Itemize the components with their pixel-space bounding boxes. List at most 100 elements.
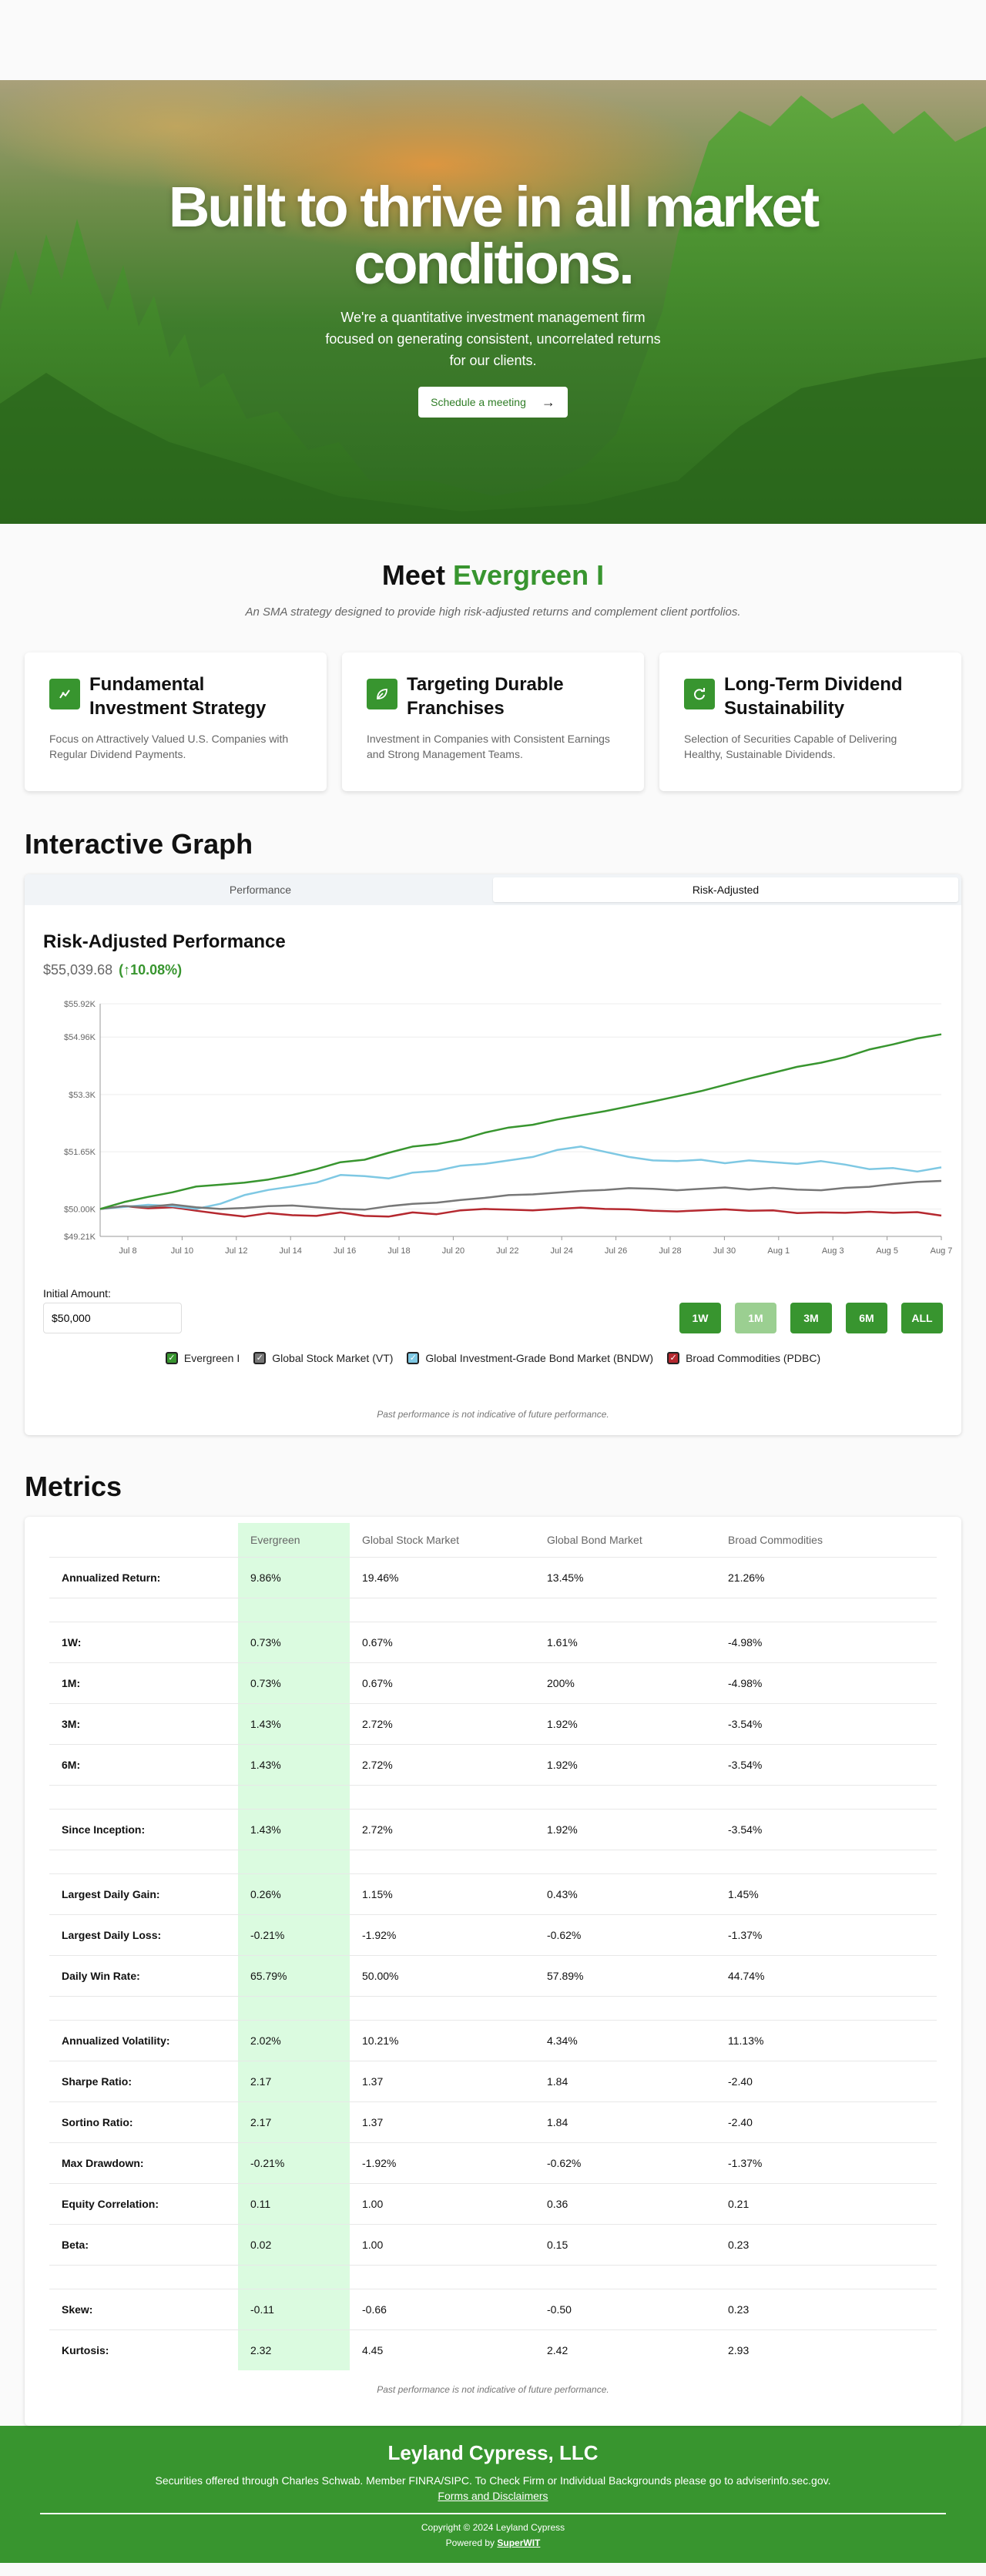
metrics-card: Evergreen Global Stock Market Global Bon…: [25, 1517, 961, 2426]
footer: Leyland Cypress, LLC Securities offered …: [0, 2426, 986, 2563]
forms-disclaimers-link[interactable]: Forms and Disclaimers: [0, 2490, 986, 2502]
metric-value: 10.21%: [350, 2019, 535, 2061]
y-tick-label: $53.3K: [69, 1091, 96, 1100]
metric-value: 0.15: [535, 2223, 716, 2265]
metric-label: Daily Win Rate:: [49, 1954, 238, 1996]
series-line: [99, 1033, 942, 1210]
leaf-icon: [367, 679, 397, 709]
footer-securities-text: Securities offered through Charles Schwa…: [155, 2474, 831, 2487]
arrow-right-icon: →: [541, 394, 555, 410]
checkbox-icon[interactable]: ✓: [667, 1352, 680, 1364]
metric-label: 1M:: [49, 1662, 238, 1703]
metrics-spacer-cell: [49, 1995, 238, 2020]
metrics-disclaimer: Past performance is not indicative of fu…: [377, 2384, 609, 2395]
metric-value: 2.72%: [350, 1808, 535, 1850]
metric-value: 13.45%: [535, 1556, 716, 1598]
range-buttons: 1W 1M 3M 6M ALL: [679, 1303, 943, 1333]
meet-title: Meet Evergreen I: [0, 559, 986, 592]
checkbox-icon[interactable]: ✓: [253, 1352, 267, 1364]
y-tick-label: $55.92K: [64, 1000, 96, 1009]
initial-amount-input[interactable]: [43, 1303, 182, 1333]
metric-value: 0.36: [535, 2182, 716, 2224]
series-line: [99, 1179, 942, 1211]
legend-item-global-bond[interactable]: ✓ Global Investment-Grade Bond Market (B…: [407, 1352, 653, 1364]
x-tick-label: Aug 5: [876, 1246, 898, 1256]
metric-value: -3.54%: [716, 1702, 937, 1744]
tab-performance[interactable]: Performance: [28, 877, 493, 902]
range-6m-button[interactable]: 6M: [846, 1303, 887, 1333]
range-3m-button[interactable]: 3M: [790, 1303, 832, 1333]
metric-label: Largest Daily Loss:: [49, 1914, 238, 1955]
metric-value: 1.92%: [535, 1743, 716, 1785]
metrics-header-row: Evergreen Global Stock Market Global Bon…: [49, 1523, 937, 1557]
metric-value: 0.67%: [350, 1662, 535, 1703]
metrics-header: Broad Commodities: [728, 1533, 823, 1546]
metrics-spacer-row: [49, 1597, 937, 1622]
chart-controls: Initial Amount: 1W 1M 3M 6M ALL: [43, 1287, 943, 1333]
x-tick-label: Jul 14: [280, 1246, 302, 1256]
hero-subtitle: We're a quantitative investment manageme…: [325, 310, 661, 368]
metrics-row: Max Drawdown: -0.21% -1.92% -0.62% -1.37%: [49, 2142, 937, 2183]
metric-value: 0.21: [716, 2182, 937, 2224]
metric-label: 6M:: [49, 1743, 238, 1785]
metric-value: 11.13%: [716, 2019, 937, 2061]
metric-label: Annualized Volatility:: [49, 2019, 238, 2061]
metric-value: 1.37: [350, 2060, 535, 2101]
schedule-meeting-button[interactable]: Schedule a meeting →: [418, 387, 568, 418]
metric-value: -4.98%: [716, 1662, 937, 1703]
metrics-spacer-row: [49, 1849, 937, 1873]
legend-label: Evergreen I: [183, 1352, 240, 1364]
metric-value: 19.46%: [350, 1556, 535, 1598]
range-all-button[interactable]: ALL: [901, 1303, 943, 1333]
chart-legend: ✓ Evergreen I ✓ Global Stock Market (VT)…: [25, 1352, 961, 1364]
feature-cards: Fundamental Investment Strategy Focus on…: [0, 652, 986, 791]
metric-value: 1.61%: [535, 1621, 716, 1662]
metric-label: Largest Daily Gain:: [49, 1873, 238, 1914]
metric-value: 1.15%: [350, 1873, 535, 1914]
metric-value: 2.72%: [350, 1743, 535, 1785]
superwit-link[interactable]: SuperWIT: [497, 2537, 540, 2548]
x-tick-label: Aug 3: [822, 1246, 844, 1256]
metric-value: 1.92%: [535, 1702, 716, 1744]
metrics-spacer-cell: [49, 2264, 238, 2289]
metric-value: -4.98%: [716, 1621, 937, 1662]
metric-value: 1.92%: [535, 1808, 716, 1850]
feature-card: Long-Term Dividend Sustainability Select…: [659, 652, 961, 791]
tab-risk-adjusted[interactable]: Risk-Adjusted: [493, 877, 958, 902]
range-1m-button[interactable]: 1M: [735, 1303, 776, 1333]
x-tick-label: Jul 12: [225, 1246, 247, 1256]
metrics-row: 1W: 0.73% 0.67% 1.61% -4.98%: [49, 1621, 937, 1662]
metrics-spacer-cell: [49, 1597, 238, 1622]
metric-label: Since Inception:: [49, 1808, 238, 1850]
metrics-spacer-cell: [716, 1995, 937, 2020]
checkbox-icon[interactable]: ✓: [165, 1352, 178, 1364]
metrics-row: Since Inception: 1.43% 2.72% 1.92% -3.54%: [49, 1808, 937, 1850]
metrics-spacer-cell: [716, 2264, 937, 2289]
x-tick-label: Aug 1: [767, 1246, 790, 1256]
x-tick-label: Jul 16: [334, 1246, 356, 1256]
metrics-row: Equity Correlation: 0.11 1.00 0.36 0.21: [49, 2182, 937, 2224]
metrics-spacer-cell: [49, 1849, 238, 1873]
checkbox-icon[interactable]: ✓: [407, 1352, 420, 1364]
footer-copyright: Copyright © 2024 Leyland Cypress: [421, 2522, 565, 2533]
metric-label: Max Drawdown:: [49, 2142, 238, 2183]
metrics-spacer-cell: [350, 2264, 535, 2289]
x-tick-label: Jul 22: [496, 1246, 518, 1256]
metric-value: -1.92%: [350, 1914, 535, 1955]
legend-label: Global Investment-Grade Bond Market (BND…: [425, 1352, 654, 1364]
legend-item-commodities[interactable]: ✓ Broad Commodities (PDBC): [667, 1352, 820, 1364]
metric-label: Equity Correlation:: [49, 2182, 238, 2224]
metrics-spacer-cell: [49, 1784, 238, 1809]
metric-value: 0.02: [238, 2223, 350, 2265]
y-tick-label: $49.21K: [64, 1233, 96, 1242]
metrics-title: Metrics: [25, 1471, 122, 1502]
initial-amount-label: Initial Amount:: [43, 1287, 111, 1300]
metrics-row: 3M: 1.43% 2.72% 1.92% -3.54%: [49, 1702, 937, 1744]
legend-item-evergreen[interactable]: ✓ Evergreen I: [165, 1352, 240, 1364]
range-1w-button[interactable]: 1W: [679, 1303, 721, 1333]
performance-chart[interactable]: $49.21K $50.00K $51.65K $53.3K $54.96K $55.92…: [25, 990, 961, 1276]
metric-value: 0.11: [238, 2182, 350, 2224]
metric-value: -0.50: [535, 2288, 716, 2329]
metric-label: 1W:: [49, 1621, 238, 1662]
legend-item-global-stock[interactable]: ✓ Global Stock Market (VT): [253, 1352, 393, 1364]
